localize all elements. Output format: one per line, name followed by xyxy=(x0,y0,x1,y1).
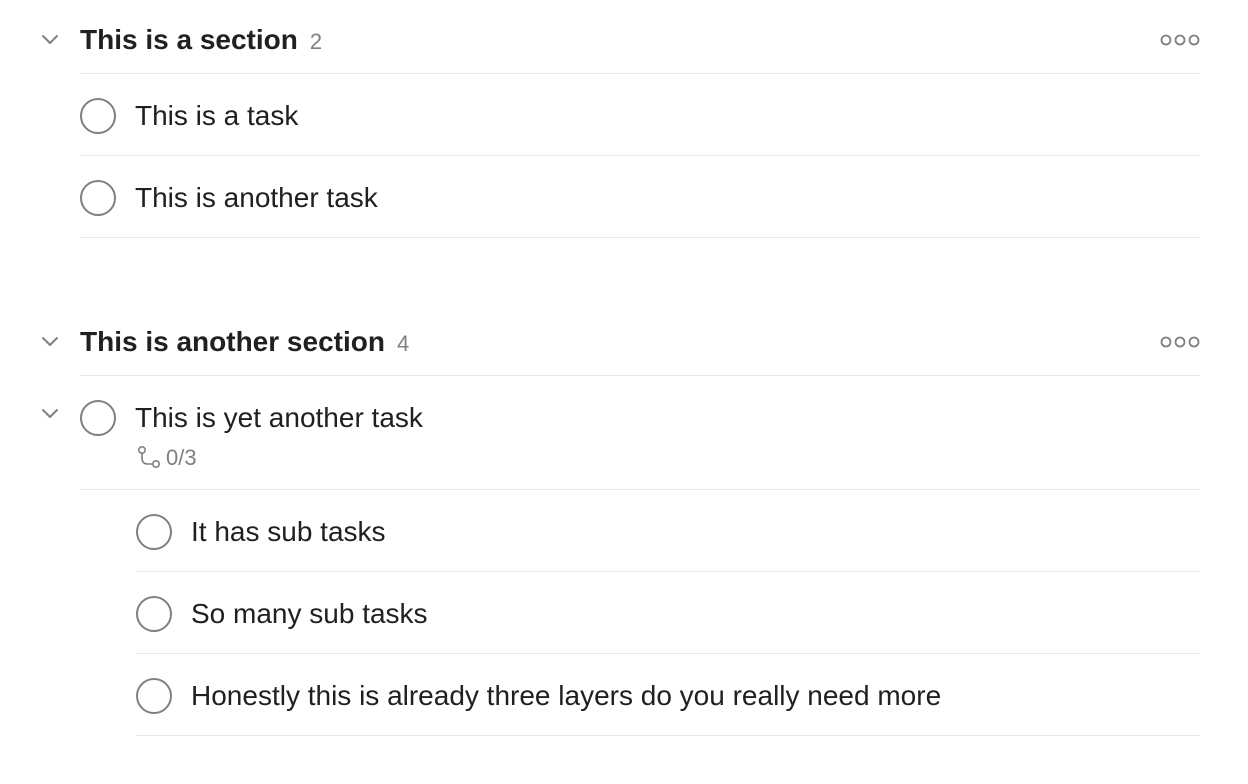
subtask-item[interactable]: So many sub tasks xyxy=(136,572,1200,654)
subtask-icon xyxy=(137,445,160,469)
section-more-button[interactable] xyxy=(1160,28,1200,52)
subtask-item[interactable]: Honestly this is already three layers do… xyxy=(136,654,1200,736)
subtask-item[interactable]: It has sub tasks xyxy=(136,490,1200,572)
section-title-text: This is another section xyxy=(80,326,385,357)
task-complete-checkbox[interactable] xyxy=(136,596,172,632)
task-complete-checkbox[interactable] xyxy=(80,180,116,216)
task-label: This is yet another task xyxy=(135,402,423,433)
task-label: So many sub tasks xyxy=(191,598,428,629)
task-complete-checkbox[interactable] xyxy=(80,400,116,436)
task-label: This is another task xyxy=(135,182,378,213)
more-options-icon xyxy=(1160,336,1200,348)
section-header: This is a section 2 xyxy=(80,0,1200,74)
section-title: This is another section 4 xyxy=(80,324,409,362)
task-complete-checkbox[interactable] xyxy=(80,98,116,134)
task-complete-checkbox[interactable] xyxy=(136,678,172,714)
task-label: This is a task xyxy=(135,100,299,131)
section-collapse-button[interactable] xyxy=(36,328,64,356)
section-collapse-button[interactable] xyxy=(36,26,64,54)
section-count: 2 xyxy=(309,29,323,54)
more-options-icon xyxy=(1160,34,1200,46)
chevron-down-icon xyxy=(42,337,58,346)
section-title: This is a section 2 xyxy=(80,22,322,60)
task-label: It has sub tasks xyxy=(191,516,386,547)
task-complete-checkbox[interactable] xyxy=(136,514,172,550)
section-more-button[interactable] xyxy=(1160,330,1200,354)
task-label: Honestly this is already three layers do… xyxy=(191,680,942,711)
subtask-progress: 0/3 xyxy=(136,444,197,472)
section-header: This is another section 4 xyxy=(80,302,1200,376)
task-item[interactable]: This is another task xyxy=(80,156,1200,238)
task-collapse-button[interactable] xyxy=(36,400,64,428)
section-count: 4 xyxy=(396,331,410,356)
section-title-text: This is a section xyxy=(80,24,298,55)
chevron-down-icon xyxy=(42,409,58,418)
task-item[interactable]: This is yet another task 0/3 xyxy=(80,376,1200,490)
chevron-down-icon xyxy=(42,35,58,44)
task-item[interactable]: This is a task xyxy=(80,74,1200,156)
subtask-progress-text: 0/3 xyxy=(166,445,197,470)
